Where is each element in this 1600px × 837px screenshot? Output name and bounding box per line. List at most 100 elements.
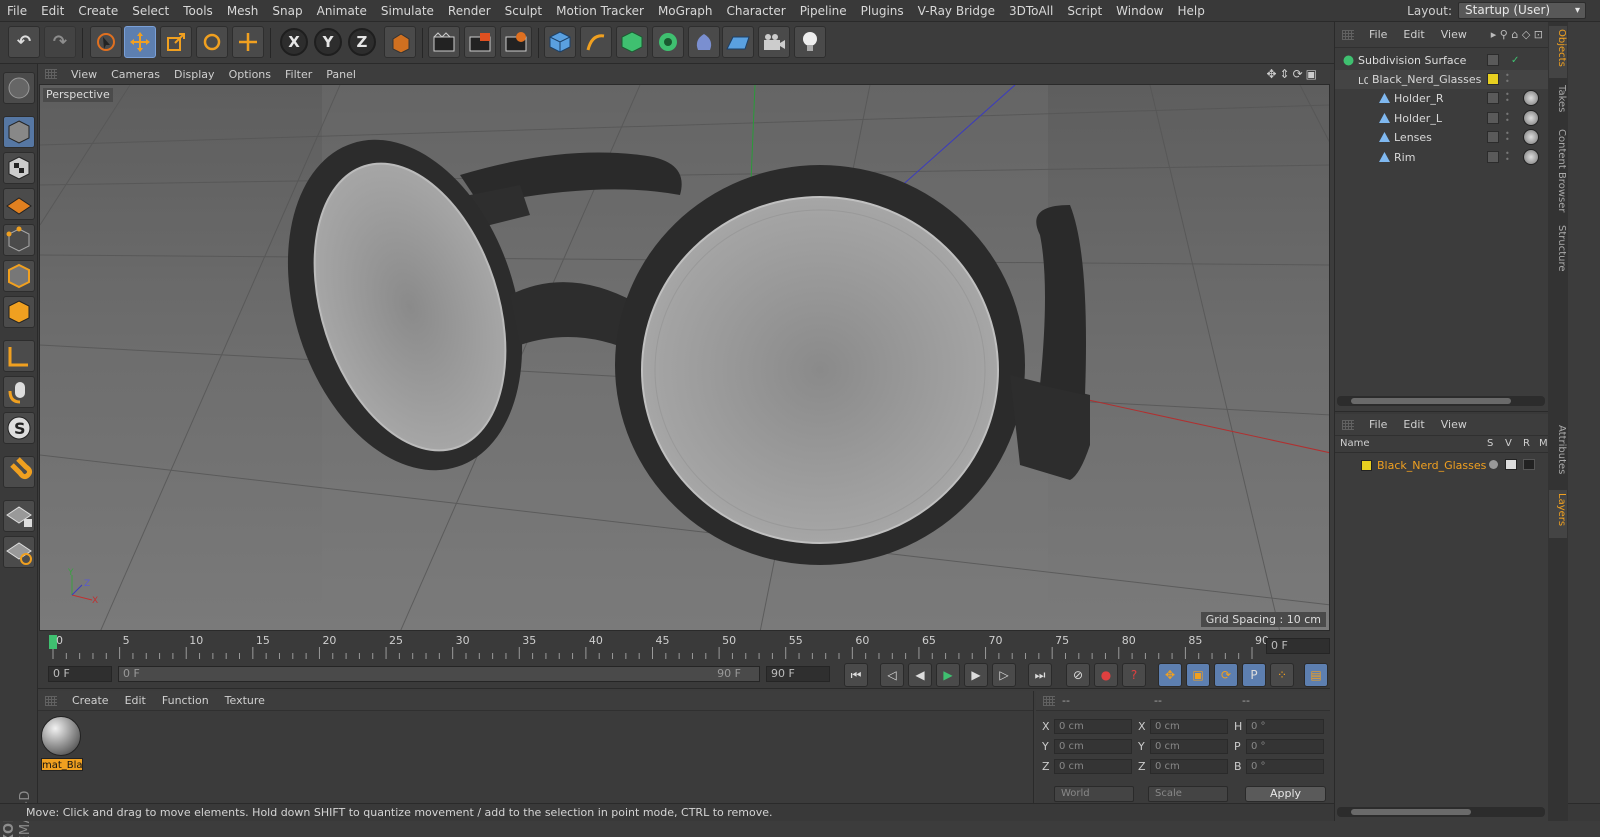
menu-help[interactable]: Help — [1170, 0, 1211, 22]
render-region-icon[interactable] — [464, 26, 496, 58]
perspective-viewport[interactable]: Perspective Y Z X Grid Spacing : 10 cm — [39, 84, 1330, 631]
editor-visibility-toggle[interactable] — [1487, 54, 1499, 66]
light-icon[interactable] — [794, 26, 826, 58]
object-row-holder-l[interactable]: Holder_L • • — [1335, 109, 1549, 128]
coordinate-mode-dropdown[interactable]: World — [1054, 786, 1134, 802]
viewport-nav-icons[interactable]: ✥⇕⟳▣ — [1266, 67, 1320, 81]
lock-workplane-icon[interactable] — [3, 500, 35, 532]
tab-objects[interactable]: Objects — [1549, 26, 1567, 78]
magnet-icon[interactable] — [3, 456, 35, 488]
object-row-subdivision-surface[interactable]: Subdivision Surface ✓ — [1335, 51, 1549, 70]
render-settings-icon[interactable] — [500, 26, 532, 58]
menu-file[interactable]: File — [0, 0, 34, 22]
layers-menu-edit[interactable]: Edit — [1395, 418, 1432, 431]
snap-icon[interactable]: S — [3, 412, 35, 444]
texture-mode-icon[interactable] — [3, 152, 35, 184]
layers-horizontal-scrollbar[interactable] — [1337, 807, 1545, 817]
key-rotation-icon[interactable]: ⟳ — [1214, 663, 1238, 687]
menu-vray-bridge[interactable]: V-Ray Bridge — [911, 0, 1002, 22]
editor-visibility-toggle[interactable] — [1487, 131, 1499, 143]
rotation-b-field[interactable]: 0 ° — [1246, 758, 1324, 774]
workplane-align-icon[interactable] — [3, 536, 35, 568]
timeline-window-icon[interactable]: ▤ — [1304, 663, 1328, 687]
material-menu-create[interactable]: Create — [64, 694, 117, 707]
menu-create[interactable]: Create — [71, 0, 125, 22]
viewport-menu-panel[interactable]: Panel — [319, 68, 363, 81]
material-tag-icon[interactable] — [1523, 90, 1539, 106]
material-tag-icon[interactable] — [1523, 129, 1539, 145]
y-axis-lock-button[interactable]: Y — [314, 28, 342, 56]
visibility-dots[interactable]: • • — [1505, 111, 1510, 125]
previous-frame-icon[interactable]: ◀ — [908, 663, 932, 687]
tab-structure[interactable]: Structure — [1549, 222, 1567, 278]
play-icon[interactable]: ▶ — [936, 663, 960, 687]
subdivision-surface-icon[interactable] — [616, 26, 648, 58]
live-selection-icon[interactable] — [90, 26, 122, 58]
camera-icon[interactable] — [758, 26, 790, 58]
menu-animate[interactable]: Animate — [310, 0, 374, 22]
layer-row-black-nerd-glasses[interactable]: Black_Nerd_Glasses — [1335, 456, 1549, 475]
axis-mode-icon[interactable] — [3, 340, 35, 372]
menu-select[interactable]: Select — [125, 0, 176, 22]
layers-menu-view[interactable]: View — [1433, 418, 1475, 431]
key-scale-icon[interactable]: ▣ — [1186, 663, 1210, 687]
points-mode-icon[interactable] — [3, 224, 35, 256]
visibility-dots[interactable]: • • — [1505, 130, 1510, 144]
viewport-menu-cameras[interactable]: Cameras — [104, 68, 167, 81]
model-mode-icon[interactable] — [3, 116, 35, 148]
tab-layers[interactable]: Layers — [1549, 490, 1567, 538]
viewport-menu-display[interactable]: Display — [167, 68, 222, 81]
next-frame-icon[interactable]: ▶ — [964, 663, 988, 687]
layer-render-toggle[interactable] — [1523, 459, 1535, 470]
start-frame-field[interactable]: 0 F — [48, 666, 112, 682]
record-keys-icon[interactable]: ⊘ — [1066, 663, 1090, 687]
deformer-icon[interactable] — [688, 26, 720, 58]
end-frame-field[interactable]: 90 F — [766, 666, 830, 682]
object-row-rim[interactable]: Rim • • — [1335, 148, 1549, 167]
edges-mode-icon[interactable] — [3, 260, 35, 292]
panel-grip-icon[interactable] — [1342, 420, 1354, 430]
objects-menu-view[interactable]: View — [1433, 28, 1475, 41]
panel-grip-icon[interactable] — [1043, 696, 1055, 706]
coordinate-system-icon[interactable] — [384, 26, 416, 58]
layer-solo-toggle[interactable] — [1489, 460, 1498, 469]
cube-primitive-icon[interactable] — [544, 26, 576, 58]
menu-mograph[interactable]: MoGraph — [651, 0, 720, 22]
menu-character[interactable]: Character — [719, 0, 792, 22]
x-axis-lock-button[interactable]: X — [280, 28, 308, 56]
menu-script[interactable]: Script — [1060, 0, 1109, 22]
layer-color-swatch[interactable] — [1487, 73, 1499, 85]
render-view-icon[interactable] — [428, 26, 460, 58]
make-editable-icon[interactable] — [3, 72, 35, 104]
menu-render[interactable]: Render — [441, 0, 498, 22]
pen-spline-icon[interactable] — [580, 26, 612, 58]
material-menu-edit[interactable]: Edit — [117, 694, 154, 707]
menu-window[interactable]: Window — [1109, 0, 1170, 22]
material-thumbnail[interactable]: mat_Bla — [41, 716, 83, 772]
z-axis-lock-button[interactable]: Z — [348, 28, 376, 56]
transform-tool-icon[interactable] — [232, 26, 264, 58]
material-menu-function[interactable]: Function — [154, 694, 217, 707]
autokey-icon[interactable]: ● — [1094, 663, 1118, 687]
position-x-field[interactable]: 0 cm — [1054, 718, 1132, 734]
frame-range-slider[interactable]: 0 F 90 F — [118, 666, 760, 682]
menu-pipeline[interactable]: Pipeline — [793, 0, 854, 22]
layers-menu-file[interactable]: File — [1361, 418, 1395, 431]
panel-grip-icon[interactable] — [45, 696, 57, 706]
size-mode-dropdown[interactable]: Scale — [1148, 786, 1228, 802]
key-position-icon[interactable]: ✥ — [1158, 663, 1182, 687]
apply-button[interactable]: Apply — [1245, 786, 1326, 802]
redo-icon[interactable]: ↷ — [44, 26, 76, 58]
objects-menu-edit[interactable]: Edit — [1395, 28, 1432, 41]
panel-grip-icon[interactable] — [1342, 30, 1354, 40]
tab-content-browser[interactable]: Content Browser — [1549, 126, 1567, 218]
viewport-menu-filter[interactable]: Filter — [278, 68, 319, 81]
tab-attributes[interactable]: Attributes — [1549, 422, 1567, 484]
object-row-lenses[interactable]: Lenses • • — [1335, 128, 1549, 147]
menu-edit[interactable]: Edit — [34, 0, 71, 22]
enabled-check-icon[interactable]: ✓ — [1511, 55, 1519, 66]
size-x-field[interactable]: 0 cm — [1150, 718, 1228, 734]
viewport-menu-options[interactable]: Options — [222, 68, 278, 81]
rotation-p-field[interactable]: 0 ° — [1246, 738, 1324, 754]
current-frame-field[interactable]: 0 F — [1266, 638, 1330, 654]
